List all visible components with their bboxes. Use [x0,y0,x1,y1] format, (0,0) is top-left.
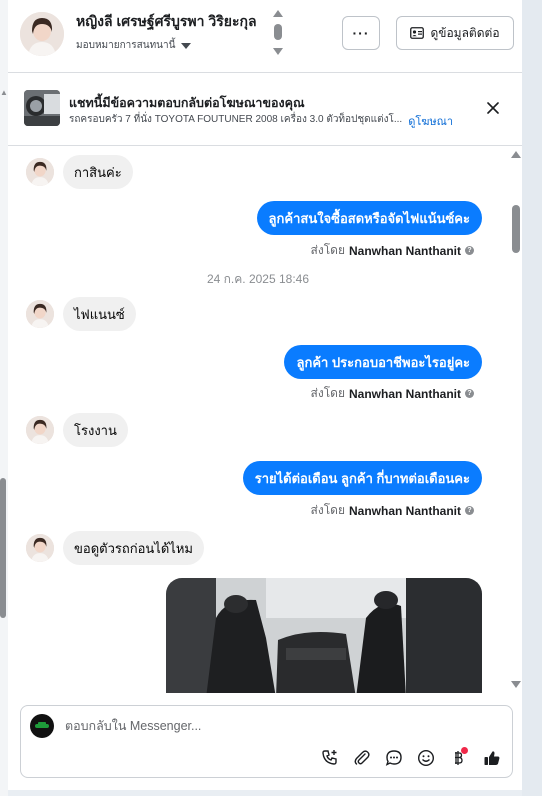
thread-scrollbar[interactable] [509,147,523,693]
contact-name[interactable]: หญิงลี เศรษฐ์ศรีบูรพา วิริยะกุล [76,11,257,33]
scroll-up-icon[interactable] [511,151,521,158]
ad-banner-subtitle-row: รถครอบครัว 7 ที่นั่ง TOYOTA FOUTUNER 200… [69,112,453,130]
question-icon[interactable]: ? [465,246,474,255]
ad-description: รถครอบครัว 7 ที่นั่ง TOYOTA FOUTUNER 200… [69,114,403,125]
right-edge [522,0,542,796]
ad-reply-banner: แชทนี้มีข้อความตอบกลับต่อโฆษณาของคุณ รถค… [8,74,522,146]
message-row-incoming: โรงงาน [8,413,508,447]
scroll-down-icon[interactable] [273,48,283,55]
message-thread[interactable]: กาสินค่ะ ลูกค้าสนใจซื้อสดหรือจัดไฟแน้นซ์… [8,147,522,693]
message-row-outgoing: ลูกค้าสนใจซื้อสดหรือจัดไฟแน้นซ์คะ ส่งโดย… [8,201,508,261]
contact-avatar-small[interactable] [26,534,54,562]
incoming-message-bubble[interactable]: กาสินค่ะ [63,155,133,189]
incoming-message-bubble[interactable]: โรงงาน [63,413,128,447]
sent-by-line: ส่งโดย Nanwhan Nanthanit ? [311,384,474,403]
header-scrollbar[interactable] [273,10,283,58]
reply-composer [20,705,513,778]
scroll-down-icon[interactable] [511,681,521,688]
contact-card-icon [410,27,425,39]
left-scroll-track[interactable]: ▲ [0,0,8,796]
contact-avatar-small[interactable] [26,300,54,328]
call-add-icon[interactable] [319,747,341,769]
question-icon[interactable]: ? [465,506,474,515]
notification-dot [461,747,468,754]
view-ad-link[interactable]: ดูโฆษณา [408,112,453,130]
sent-by-name: Nanwhan Nanthanit [348,243,461,258]
scroll-up-icon[interactable] [273,10,283,17]
page-avatar [30,714,54,738]
conversation-header: หญิงลี เศรษฐ์ศรีบูรพา วิริยะกุล มอบหมายก… [8,0,522,73]
view-contact-info-button[interactable]: ดูข้อมูลติดต่อ [396,16,514,50]
incoming-message-bubble[interactable]: ไฟแนนซ์ [63,297,136,331]
outgoing-message-bubble[interactable]: รายได้ต่อเดือน ลูกค้า กี่บาทต่อเดือนคะ [242,461,482,495]
car-interior-photo[interactable] [166,578,482,693]
close-icon[interactable] [484,99,502,117]
ad-banner-title: แชทนี้มีข้อความตอบกลับต่อโฆษณาของคุณ [69,96,305,110]
attachment-icon[interactable] [351,747,373,769]
outgoing-message-bubble[interactable]: ลูกค้าสนใจซื้อสดหรือจัดไฟแน้นซ์คะ [256,201,482,235]
message-row-incoming: ขอดูตัวรถก่อนได้ไหม [8,531,508,565]
message-row-outgoing: ลูกค้า ประกอบอาชีพอะไรอยู่คะ ส่งโดย Nanw… [8,345,508,405]
conversation-panel: หญิงลี เศรษฐ์ศรีบูรพา วิริยะกุล มอบหมายก… [8,0,522,790]
more-icon: ··· [352,25,370,41]
sent-by-line: ส่งโดย Nanwhan Nanthanit ? [311,501,474,520]
contact-info-label: ดูข้อมูลติดต่อ [430,25,500,40]
thread-scrollbar-thumb[interactable] [512,205,520,253]
sent-by-prefix: ส่งโดย [310,386,345,400]
assign-label: มอบหมายการสนทนานี้ [76,40,176,51]
sent-by-line: ส่งโดย Nanwhan Nanthanit ? [311,241,474,260]
outgoing-message-bubble[interactable]: ลูกค้า ประกอบอาชีพอะไรอยู่คะ [284,345,482,379]
sent-by-name: Nanwhan Nanthanit [348,503,461,518]
assign-conversation-dropdown[interactable]: มอบหมายการสนทนานี้ [76,38,192,53]
header-scrollbar-thumb[interactable] [274,24,282,40]
chevron-down-icon [181,42,192,49]
contact-avatar-small[interactable] [26,416,54,444]
like-icon[interactable] [481,747,503,769]
emoji-icon[interactable] [415,747,437,769]
saved-reply-icon[interactable] [383,747,405,769]
question-icon[interactable]: ? [465,389,474,398]
sent-by-prefix: ส่งโดย [310,503,345,517]
conversation-timestamp: 24 ก.ค. 2025 18:46 [206,272,310,286]
scroll-up-arrow-icon[interactable]: ▲ [0,88,8,97]
message-row-incoming: ไฟแนนซ์ [8,297,508,331]
contact-avatar[interactable] [20,12,64,56]
payment-icon[interactable] [447,747,469,769]
more-options-button[interactable]: ··· [342,16,380,50]
contact-avatar-small[interactable] [26,158,54,186]
sent-by-name: Nanwhan Nanthanit [348,386,461,401]
left-scrollbar-thumb[interactable] [0,478,6,618]
messenger-reply-input[interactable] [65,714,485,738]
message-row-outgoing: รายได้ต่อเดือน ลูกค้า กี่บาทต่อเดือนคะ ส… [8,461,508,521]
sent-by-prefix: ส่งโดย [310,243,345,257]
incoming-message-bubble[interactable]: ขอดูตัวรถก่อนได้ไหม [63,531,204,565]
ad-thumbnail[interactable] [24,90,60,126]
message-row-incoming: กาสินค่ะ [8,155,508,189]
